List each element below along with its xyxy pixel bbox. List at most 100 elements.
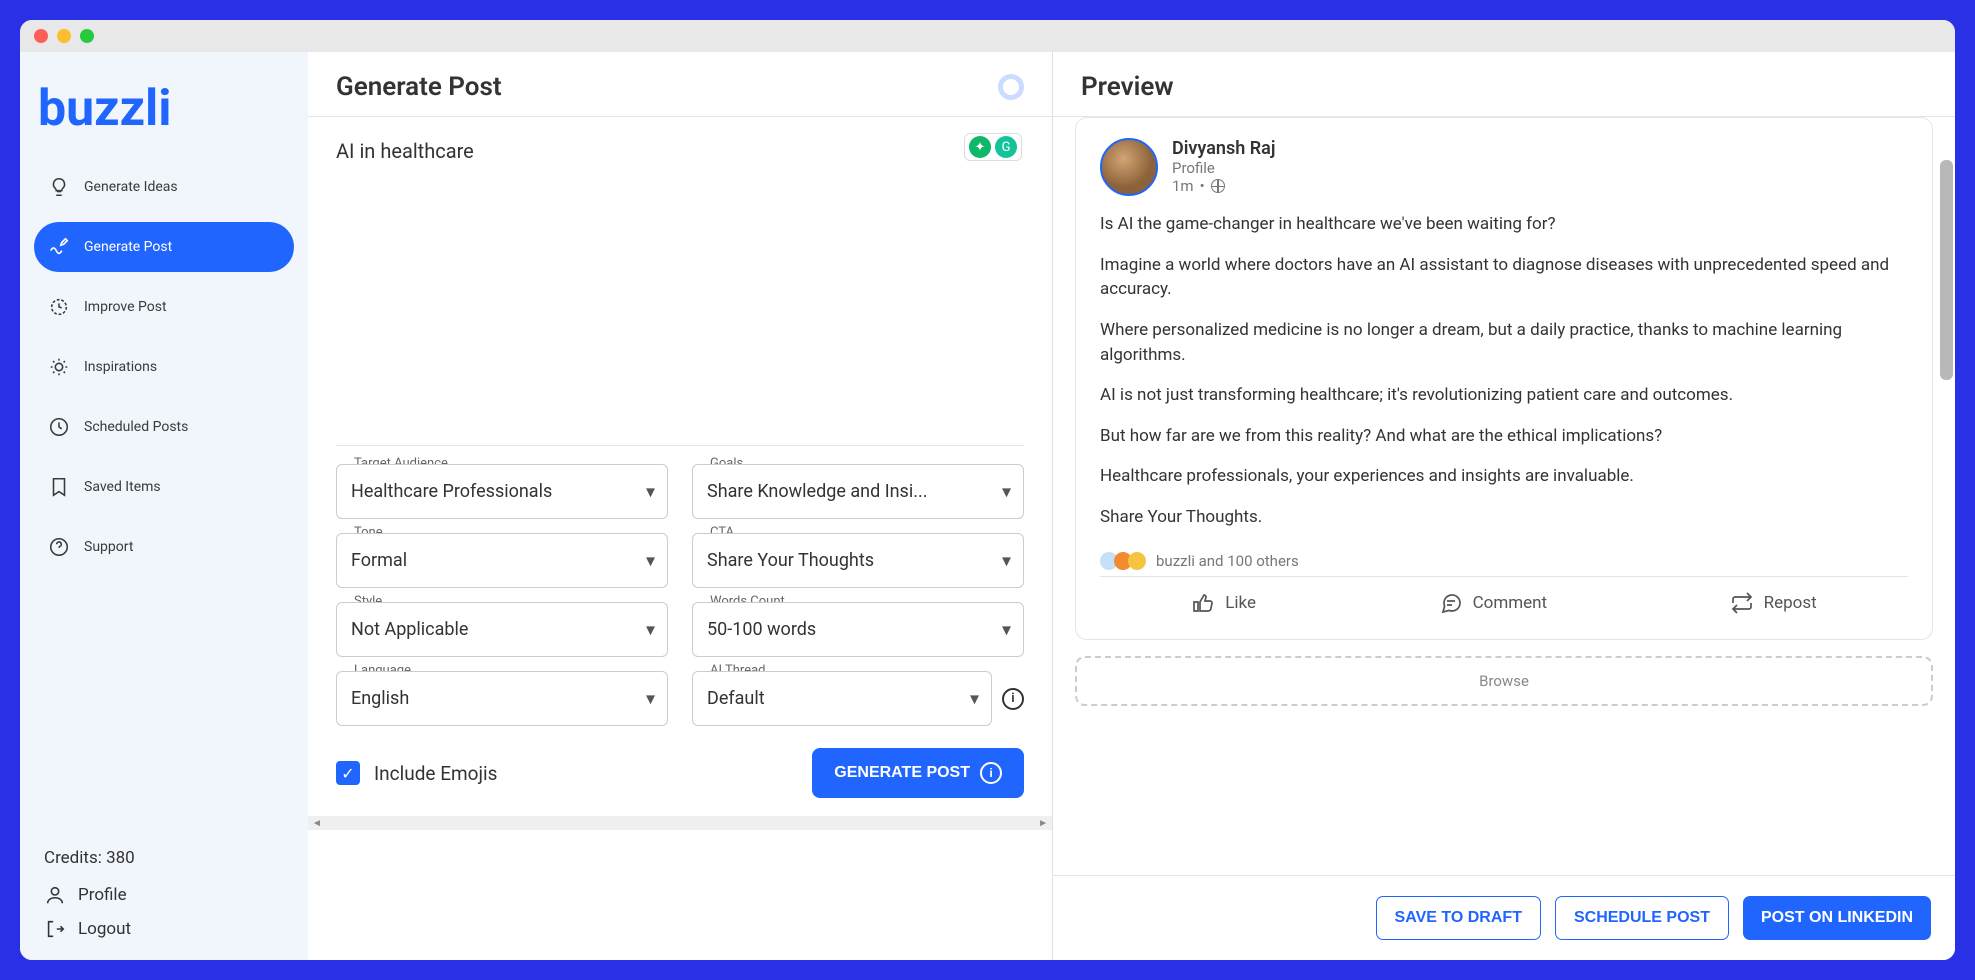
audience-select[interactable]: Healthcare Professionals ▾ bbox=[336, 464, 668, 519]
field-style: Style Not Applicable ▾ bbox=[336, 602, 668, 657]
field-thread: AI Thread Default ▾ i bbox=[692, 671, 1024, 726]
chevron-down-icon: ▾ bbox=[646, 550, 655, 571]
post-body: Is AI the game-changer in healthcare we'… bbox=[1100, 212, 1908, 530]
post-paragraph: AI is not just transforming healthcare; … bbox=[1100, 383, 1908, 408]
include-emojis-checkbox[interactable]: ✓ Include Emojis bbox=[336, 761, 497, 785]
chevron-down-icon: ▾ bbox=[1002, 550, 1011, 571]
horizontal-scrollbar[interactable]: ◄ ► bbox=[308, 816, 1052, 830]
panel-title: Preview bbox=[1081, 72, 1174, 102]
topic-input[interactable] bbox=[336, 139, 1024, 419]
bookmark-icon bbox=[48, 476, 70, 498]
chevron-down-icon: ▾ bbox=[646, 481, 655, 502]
tone-select[interactable]: Formal ▾ bbox=[336, 533, 668, 588]
goals-select[interactable]: Share Knowledge and Insi... ▾ bbox=[692, 464, 1024, 519]
browse-dropzone[interactable]: Browse bbox=[1075, 656, 1933, 706]
field-cta: CTA Share Your Thoughts ▾ bbox=[692, 533, 1024, 588]
globe-icon bbox=[1211, 179, 1225, 193]
sidebar-item-scheduled-posts[interactable]: Scheduled Posts bbox=[34, 402, 294, 452]
info-icon: i bbox=[980, 762, 1002, 784]
clock-icon bbox=[48, 416, 70, 438]
repost-button[interactable]: Repost bbox=[1730, 591, 1817, 615]
divider bbox=[336, 445, 1024, 446]
like-button[interactable]: Like bbox=[1191, 591, 1256, 615]
field-audience: Target Audience Healthcare Professionals… bbox=[336, 464, 668, 519]
input-helper-badges: ✦ G bbox=[964, 133, 1022, 161]
field-wordcount: Words Count 50-100 words ▾ bbox=[692, 602, 1024, 657]
user-icon bbox=[44, 884, 66, 906]
wordcount-select[interactable]: 50-100 words ▾ bbox=[692, 602, 1024, 657]
sidebar-item-label: Scheduled Posts bbox=[84, 419, 188, 435]
post-paragraph: Imagine a world where doctors have an AI… bbox=[1100, 253, 1908, 302]
language-select[interactable]: English ▾ bbox=[336, 671, 668, 726]
reactions-row: buzzli and 100 others bbox=[1100, 546, 1908, 576]
close-window-dot[interactable] bbox=[34, 29, 48, 43]
generate-post-button[interactable]: GENERATE POST i bbox=[812, 748, 1024, 798]
field-language: Language English ▾ bbox=[336, 671, 668, 726]
scroll-right-icon: ► bbox=[1038, 818, 1048, 829]
post-paragraph: Healthcare professionals, your experienc… bbox=[1100, 464, 1908, 489]
post-timestamp: 1m • bbox=[1172, 177, 1908, 195]
chevron-down-icon: ▾ bbox=[646, 688, 655, 709]
maximize-window-dot[interactable] bbox=[80, 29, 94, 43]
sidebar-item-generate-ideas[interactable]: Generate Ideas bbox=[34, 162, 294, 212]
post-linkedin-button[interactable]: POST ON LINKEDIN bbox=[1743, 896, 1931, 940]
logo: buzzli bbox=[34, 64, 294, 162]
profile-link[interactable]: Profile bbox=[44, 884, 284, 906]
comment-icon bbox=[1439, 591, 1463, 615]
checkbox-checked-icon: ✓ bbox=[336, 761, 360, 785]
sidebar-item-improve-post[interactable]: Improve Post bbox=[34, 282, 294, 332]
repost-icon bbox=[1730, 591, 1754, 615]
sidebar: buzzli Generate Ideas Generate Post Impr… bbox=[20, 52, 308, 960]
sidebar-item-label: Generate Ideas bbox=[84, 179, 178, 195]
comment-button[interactable]: Comment bbox=[1439, 591, 1548, 615]
preview-panel: Preview Divyansh Raj Profile 1 bbox=[1053, 52, 1955, 960]
pencil-wave-icon bbox=[48, 236, 70, 258]
sidebar-item-support[interactable]: Support bbox=[34, 522, 294, 572]
sidebar-item-generate-post[interactable]: Generate Post bbox=[34, 222, 294, 272]
post-author-subtitle: Profile bbox=[1172, 159, 1908, 177]
sparkle-bulb-icon bbox=[48, 356, 70, 378]
sidebar-item-saved-items[interactable]: Saved Items bbox=[34, 462, 294, 512]
chevron-down-icon: ▾ bbox=[1002, 481, 1011, 502]
logout-link[interactable]: Logout bbox=[44, 918, 284, 940]
reaction-icons bbox=[1100, 552, 1146, 570]
sidebar-item-label: Improve Post bbox=[84, 299, 167, 315]
form-bottom-row: ✓ Include Emojis GENERATE POST i bbox=[308, 742, 1052, 816]
cta-select[interactable]: Share Your Thoughts ▾ bbox=[692, 533, 1024, 588]
sidebar-footer: Credits: 380 Profile Logout bbox=[34, 840, 294, 948]
sidebar-item-label: Saved Items bbox=[84, 479, 161, 495]
style-select[interactable]: Not Applicable ▾ bbox=[336, 602, 668, 657]
post-paragraph: Where personalized medicine is no longer… bbox=[1100, 318, 1908, 367]
assistant-icon[interactable]: ✦ bbox=[969, 136, 991, 158]
chevron-down-icon: ▾ bbox=[970, 688, 979, 709]
help-icon bbox=[48, 536, 70, 558]
avatar bbox=[1100, 138, 1158, 196]
post-paragraph: Share Your Thoughts. bbox=[1100, 505, 1908, 530]
vertical-scrollbar[interactable] bbox=[1940, 160, 1953, 420]
panel-title: Generate Post bbox=[336, 72, 502, 102]
field-goals: Goals Share Knowledge and Insi... ▾ bbox=[692, 464, 1024, 519]
thread-select[interactable]: Default ▾ bbox=[692, 671, 992, 726]
sidebar-item-label: Generate Post bbox=[84, 239, 172, 255]
minimize-window-dot[interactable] bbox=[57, 29, 71, 43]
info-icon[interactable]: i bbox=[1002, 688, 1024, 710]
sidebar-nav: Generate Ideas Generate Post Improve Pos… bbox=[34, 162, 294, 840]
scroll-thumb bbox=[1940, 160, 1953, 380]
preview-scroll-area[interactable]: Divyansh Raj Profile 1m • Is AI the gam bbox=[1053, 117, 1955, 875]
generate-header: Generate Post bbox=[308, 52, 1052, 117]
post-paragraph: But how far are we from this reality? An… bbox=[1100, 424, 1908, 449]
save-draft-button[interactable]: SAVE TO DRAFT bbox=[1376, 896, 1541, 940]
chevron-down-icon: ▾ bbox=[646, 619, 655, 640]
preview-action-buttons: SAVE TO DRAFT SCHEDULE POST POST ON LINK… bbox=[1053, 875, 1955, 960]
loading-indicator-icon bbox=[998, 74, 1024, 100]
app-body: buzzli Generate Ideas Generate Post Impr… bbox=[20, 52, 1955, 960]
credits-counter: Credits: 380 bbox=[44, 848, 284, 868]
post-author-name: Divyansh Raj bbox=[1172, 138, 1908, 159]
grammarly-icon[interactable]: G bbox=[995, 136, 1017, 158]
chevron-down-icon: ▾ bbox=[1002, 619, 1011, 640]
schedule-post-button[interactable]: SCHEDULE POST bbox=[1555, 896, 1729, 940]
logout-icon bbox=[44, 918, 66, 940]
refresh-dashed-icon bbox=[48, 296, 70, 318]
main-content: Generate Post ✦ G Target Audience bbox=[308, 52, 1955, 960]
sidebar-item-inspirations[interactable]: Inspirations bbox=[34, 342, 294, 392]
